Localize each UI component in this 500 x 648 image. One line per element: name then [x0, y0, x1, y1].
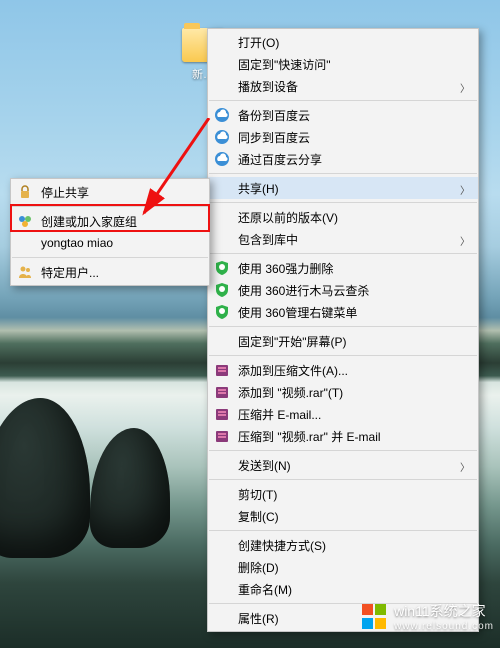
menu-360-trojan-scan[interactable]: 使用 360进行木马云查杀: [208, 279, 478, 301]
menu-label: 共享(H): [238, 180, 279, 197]
menu-add-to-archive[interactable]: 添加到压缩文件(A)...: [208, 359, 478, 381]
menu-separator: [209, 253, 477, 254]
360-shield-icon: [214, 282, 230, 298]
menu-copy[interactable]: 复制(C): [208, 505, 478, 527]
homegroup-icon: [17, 213, 33, 229]
menu-360-force-delete[interactable]: 使用 360强力删除: [208, 257, 478, 279]
menu-create-shortcut[interactable]: 创建快捷方式(S): [208, 534, 478, 556]
menu-play-to-device[interactable]: 播放到设备 〉: [208, 75, 478, 97]
menu-separator: [209, 450, 477, 451]
menu-add-to-rar[interactable]: 添加到 "视频.rar"(T): [208, 381, 478, 403]
menu-compress-email[interactable]: 压缩并 E-mail...: [208, 403, 478, 425]
menu-360-context-menu[interactable]: 使用 360管理右键菜单: [208, 301, 478, 323]
menu-baidu-backup[interactable]: 备份到百度云: [208, 104, 478, 126]
menu-separator: [12, 206, 208, 207]
menu-label: 复制(C): [238, 508, 279, 525]
menu-label: 使用 360进行木马云查杀: [238, 282, 369, 299]
menu-label: 创建或加入家庭组: [41, 213, 137, 230]
submenu-user[interactable]: yongtao miao: [11, 232, 209, 254]
menu-label: 固定到"快速访问": [238, 56, 331, 73]
menu-baidu-share[interactable]: 通过百度云分享: [208, 148, 478, 170]
menu-label: 剪切(T): [238, 486, 277, 503]
lock-icon: [17, 184, 33, 200]
menu-label: 还原以前的版本(V): [238, 209, 338, 226]
menu-separator: [209, 530, 477, 531]
menu-label: 打开(O): [238, 34, 279, 51]
menu-label: yongtao miao: [41, 236, 113, 250]
menu-separator: [209, 202, 477, 203]
menu-label: 特定用户...: [41, 264, 99, 281]
menu-label: 属性(R): [238, 610, 279, 627]
360-shield-icon: [214, 304, 230, 320]
chevron-right-icon: 〉: [460, 459, 470, 474]
winrar-icon: [214, 384, 230, 400]
desktop-background: 新… 打开(O) 固定到"快速访问" 播放到设备〉 备份到百度云 同步到百度云 …: [0, 0, 500, 648]
menu-compress-rar-email[interactable]: 压缩到 "视频.rar" 并 E-mail: [208, 425, 478, 447]
rock-decor: [90, 428, 170, 548]
menu-label: 创建快捷方式(S): [238, 537, 326, 554]
menu-label: 使用 360管理右键菜单: [238, 304, 357, 321]
context-menu-main: 打开(O) 固定到"快速访问" 播放到设备〉 备份到百度云 同步到百度云 通过百…: [207, 28, 479, 632]
context-menu-share-submenu: 停止共享 创建或加入家庭组 yongtao miao 特定用户...: [10, 178, 210, 286]
menu-label: 通过百度云分享: [238, 151, 322, 168]
menu-label: 使用 360强力删除: [238, 260, 333, 277]
menu-separator: [209, 173, 477, 174]
menu-separator: [209, 355, 477, 356]
submenu-specific-users[interactable]: 特定用户...: [11, 261, 209, 283]
menu-pin-to-start[interactable]: 固定到"开始"屏幕(P): [208, 330, 478, 352]
menu-share[interactable]: 共享(H) 〉: [208, 177, 478, 199]
menu-open[interactable]: 打开(O): [208, 31, 478, 53]
baidu-cloud-icon: [214, 129, 230, 145]
menu-separator: [209, 100, 477, 101]
baidu-cloud-icon: [214, 151, 230, 167]
menu-separator: [209, 326, 477, 327]
menu-label: 压缩到 "视频.rar" 并 E-mail: [238, 428, 381, 445]
menu-send-to[interactable]: 发送到(N) 〉: [208, 454, 478, 476]
winrar-icon: [214, 362, 230, 378]
menu-label: 重命名(M): [238, 581, 292, 598]
menu-label: 播放到设备: [238, 78, 298, 95]
submenu-create-join-homegroup[interactable]: 创建或加入家庭组: [11, 210, 209, 232]
menu-label: 同步到百度云: [238, 129, 310, 146]
menu-label: 包含到库中: [238, 231, 298, 248]
menu-restore-previous[interactable]: 还原以前的版本(V): [208, 206, 478, 228]
winrar-icon: [214, 406, 230, 422]
chevron-right-icon: 〉: [460, 80, 470, 95]
menu-label: 固定到"开始"屏幕(P): [238, 333, 347, 350]
submenu-stop-sharing[interactable]: 停止共享: [11, 181, 209, 203]
menu-separator: [209, 479, 477, 480]
menu-rename[interactable]: 重命名(M): [208, 578, 478, 600]
winrar-icon: [214, 428, 230, 444]
menu-label: 压缩并 E-mail...: [238, 406, 321, 423]
360-shield-icon: [214, 260, 230, 276]
menu-include-in-library[interactable]: 包含到库中 〉: [208, 228, 478, 250]
menu-baidu-sync[interactable]: 同步到百度云: [208, 126, 478, 148]
chevron-right-icon: 〉: [460, 182, 470, 197]
menu-cut[interactable]: 剪切(T): [208, 483, 478, 505]
rock-decor: [0, 398, 90, 558]
menu-separator: [12, 257, 208, 258]
menu-label: 停止共享: [41, 184, 89, 201]
menu-label: 添加到 "视频.rar"(T): [238, 384, 343, 401]
people-icon: [17, 264, 33, 280]
baidu-cloud-icon: [214, 107, 230, 123]
menu-pin-quick-access[interactable]: 固定到"快速访问": [208, 53, 478, 75]
watermark-title: win11系统之家: [394, 601, 494, 621]
menu-label: 发送到(N): [238, 457, 291, 474]
menu-label: 删除(D): [238, 559, 279, 576]
chevron-right-icon: 〉: [460, 233, 470, 248]
windows-logo-icon: [362, 604, 388, 630]
menu-label: 备份到百度云: [238, 107, 310, 124]
watermark: win11系统之家 www.relsound.com: [362, 601, 494, 632]
watermark-url: www.relsound.com: [394, 621, 494, 632]
menu-delete[interactable]: 删除(D): [208, 556, 478, 578]
menu-label: 添加到压缩文件(A)...: [238, 362, 348, 379]
